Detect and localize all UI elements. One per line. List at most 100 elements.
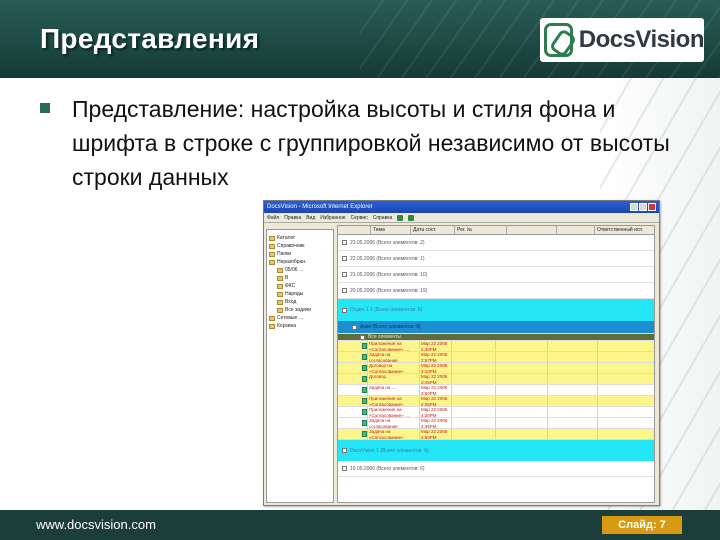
date-cell: Мар 22 2006 4:20PM (420, 407, 452, 417)
document-icon (361, 420, 367, 426)
empty-cell (496, 352, 548, 362)
document-icon (361, 376, 367, 382)
shot-toolbar: Файл Правка Вид Избранное Сервис Справка (264, 213, 659, 223)
subject-cell: Задача на «Согласование» (368, 429, 420, 439)
shot-titlebar: DocsVision - Microsoft Internet Explorer (264, 201, 659, 213)
refresh-icon (397, 214, 404, 221)
tree-label: Все задачи (285, 307, 312, 313)
date-cell: Мар 22 2006 3:50PM (420, 385, 452, 395)
collapse-icon (342, 307, 347, 313)
icon-cell (360, 407, 368, 417)
indent-cell (338, 429, 360, 439)
indent-cell (338, 407, 360, 417)
empty-cell (548, 363, 598, 373)
date-group-row: 22.05.2006 (Всего элементов: 1) (338, 251, 654, 267)
tree-item: Наряды (269, 290, 331, 298)
footer-url: www.docsvision.com (36, 517, 156, 532)
group-label: DocsVision 1 (Всего элементов: 6) (350, 447, 429, 454)
new-document-icon (408, 214, 415, 221)
group-label: 21.05.2006 (Всего элементов: 10) (350, 271, 428, 278)
collapse-icon (352, 324, 357, 330)
date-group-row: 21.05.2006 (Всего элементов: 10) (338, 267, 654, 283)
data-grid: Тема Дата сост. Рег. № Ответственный исп… (337, 225, 655, 503)
group-label: 20.05.2006 (Всего элементов: 19) (350, 287, 428, 294)
empty-cell (548, 396, 598, 406)
subject-cell: Задача на … (368, 385, 420, 395)
subject-cell: Задача на согласование (368, 352, 420, 362)
folder-tree: Каталог Справочник Папки Неразобран. 05/… (266, 229, 334, 503)
folder-icon (269, 315, 275, 321)
empty-cell (496, 374, 548, 384)
folder-icon (277, 291, 283, 297)
date-cell: Мар 22 2006 4:50PM (420, 429, 452, 439)
empty-cell (496, 385, 548, 395)
folder-icon (269, 251, 275, 257)
slide-number-badge: Слайд: 7 (602, 516, 682, 534)
subject-cell: Приложение на «Согласование» … (368, 407, 420, 417)
tree-item: Справочник (269, 242, 331, 250)
date-group-row: 23.05.2006 (Всего элементов: 2) (338, 235, 654, 251)
document-icon (361, 387, 367, 393)
date-cell: Мар 22 2006 2:57PM (420, 352, 452, 362)
shot-menu-item: Избранное (320, 214, 346, 221)
tree-label: Корзина (277, 323, 297, 329)
indent-cell (338, 385, 360, 395)
paperclip-logo-icon (544, 23, 573, 57)
empty-cell (598, 363, 654, 373)
empty-cell (548, 341, 598, 351)
tree-label: В (285, 275, 289, 281)
group-row-cyan: Отдел 1.1 (Всего элементов: 8) (338, 299, 654, 321)
date-group-row: 20.05.2006 (Всего элементов: 19) (338, 283, 654, 299)
document-icon (361, 365, 367, 371)
indent-cell (338, 352, 360, 362)
folder-icon (277, 299, 283, 305)
icon-cell (360, 341, 368, 351)
empty-cell (548, 352, 598, 362)
empty-cell (452, 407, 496, 417)
empty-cell (548, 418, 598, 428)
table-row: Задача на согласование Мар 22 2006 4:35PM (338, 418, 654, 429)
subject-cell: Приложение на «Согласование» (368, 396, 420, 406)
group-row-cyan: DocsVision 1 (Всего элементов: 6) (338, 440, 654, 461)
empty-cell (452, 374, 496, 384)
icon-cell (360, 396, 368, 406)
group-row-olive: Все элементы (338, 334, 654, 341)
trash-icon (269, 323, 275, 329)
icon-cell (360, 385, 368, 395)
empty-cell (598, 352, 654, 362)
subject-cell: Договор (368, 374, 420, 384)
empty-cell (548, 374, 598, 384)
tree-item: Каталог (269, 234, 331, 242)
empty-cell (452, 396, 496, 406)
tree-item: Сетевые … (269, 314, 331, 322)
empty-cell (598, 341, 654, 351)
empty-cell (548, 407, 598, 417)
tree-item: Неразобран. (269, 258, 331, 266)
embedded-screenshot: DocsVision - Microsoft Internet Explorer… (263, 200, 660, 506)
group-label: Все элементы (368, 334, 402, 340)
document-icon (361, 354, 367, 360)
document-icon (361, 398, 367, 404)
tree-item: 05/06 … (269, 266, 331, 274)
icon-cell (360, 363, 368, 373)
shot-menu-item: Справка (372, 214, 393, 221)
date-group-row: 19.05.2006 (Всего элементов: 6) (338, 461, 654, 477)
table-row: Приложение на «Согласование» … Мар 22 200… (338, 341, 654, 352)
indent-cell (338, 396, 360, 406)
expand-icon (342, 466, 347, 471)
empty-cell (452, 352, 496, 362)
empty-cell (548, 429, 598, 439)
tree-item: Корзина (269, 322, 331, 330)
empty-cell (598, 418, 654, 428)
tree-label: Каталог (277, 235, 296, 241)
empty-cell (452, 429, 496, 439)
empty-cell (496, 429, 548, 439)
subject-cell: Задача на согласование (368, 418, 420, 428)
icon-cell (360, 352, 368, 362)
shot-menu-item: Вид (306, 214, 316, 221)
subject-cell: Договор на «Согласование» (368, 363, 420, 373)
date-cell: Мар 22 2006 4:35PM (420, 418, 452, 428)
column-header: Рег. № (455, 226, 507, 234)
empty-cell (598, 396, 654, 406)
empty-cell (598, 407, 654, 417)
